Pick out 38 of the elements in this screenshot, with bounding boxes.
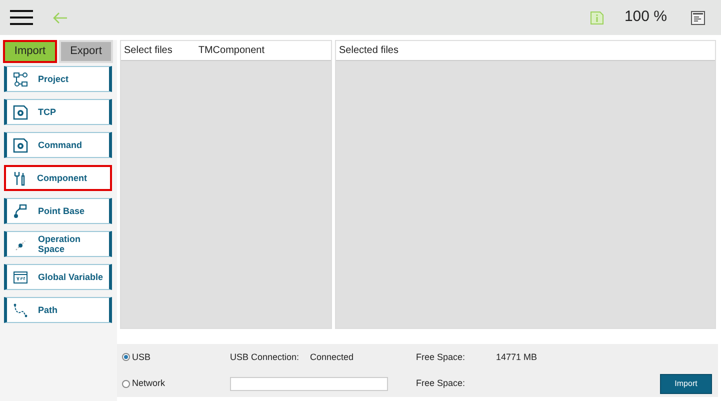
gear-icon [13,138,28,152]
tab[interactable]: Import [3,40,57,63]
folder-name: TMComponent [198,44,264,58]
sidebar-item[interactable]: Command [4,132,112,158]
sidebar-item[interactable]: Component [4,165,112,191]
back-arrow-icon[interactable] [53,12,68,24]
radio-label: USB [132,350,151,364]
network-address-field[interactable] [230,376,388,391]
gear-icon [13,104,28,120]
sidebar-item[interactable]: Global Variable [4,264,112,290]
free-space-value: 14771 MB [496,350,538,364]
file-list[interactable] [121,60,331,328]
radio-label: Network [132,377,166,390]
points-icon [13,204,28,218]
path-icon [13,302,28,318]
sidebar-item[interactable]: Project [4,66,112,92]
usb-connection-label: USB Connection: [230,350,300,364]
zoom-level: 100 % [624,7,667,28]
document-icon[interactable] [691,10,705,24]
sidebar-item[interactable]: Operation Space [4,231,112,257]
usb-connection-status: Connected [310,350,355,364]
menu-icon[interactable] [10,10,33,25]
info-icon[interactable] [590,10,604,24]
sidebar-item[interactable]: TCP [4,99,112,125]
selected-file-list[interactable] [336,60,715,328]
tools-icon [12,170,27,186]
sidebar-item[interactable]: Path [4,297,112,323]
tab[interactable]: Export [59,40,113,63]
radio-button[interactable] [122,353,130,362]
variable-icon [13,270,28,284]
diagram-icon [13,72,28,86]
free-space-label: Free Space: [416,350,466,364]
import-button[interactable]: Import [660,374,712,394]
sidebar-item[interactable]: Point Base [4,198,112,224]
free-space-label: Free Space: [416,377,466,390]
panel-title: Selected files [339,44,398,58]
panel-title: Select files [124,44,172,58]
radio-button[interactable] [122,380,130,388]
